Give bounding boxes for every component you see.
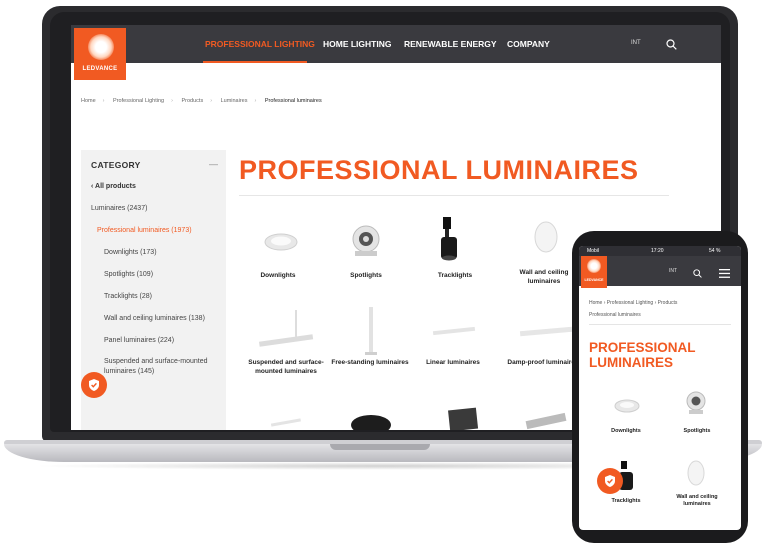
- laptop-notch: [330, 444, 430, 450]
- sidebar-item-suspended-line2[interactable]: luminaires (145): [104, 368, 154, 375]
- product-free-standing-label[interactable]: Free-standing luminaires: [325, 358, 415, 367]
- breadcrumb-products[interactable]: Products: [181, 98, 203, 104]
- country-selector[interactable]: INT: [631, 40, 641, 46]
- mobile-breadcrumb-home[interactable]: Home: [589, 300, 602, 306]
- battery-level: 54 %: [709, 248, 721, 254]
- breadcrumb-professional-lighting[interactable]: Professional Lighting: [113, 98, 164, 104]
- clock: 17:20: [651, 248, 664, 254]
- sidebar-item-wall-ceiling[interactable]: Wall and ceiling luminaires (138): [104, 315, 205, 322]
- suspended-image[interactable]: [251, 308, 321, 358]
- nav-professional-lighting[interactable]: PROFESSIONAL LIGHTING: [205, 39, 315, 49]
- category-title: CATEGORY: [91, 160, 141, 170]
- mobile-wall-ceiling-image[interactable]: [683, 458, 709, 490]
- page-title: PROFESSIONAL LUMINAIRES: [239, 155, 639, 185]
- wall-ceiling-image[interactable]: [526, 217, 566, 261]
- back-label: All products: [95, 183, 136, 190]
- hamburger-menu-icon[interactable]: [719, 265, 730, 283]
- sidebar-item-panel[interactable]: Panel luminaires (224): [104, 337, 174, 344]
- back-all-products[interactable]: ‹ All products: [91, 183, 136, 190]
- carrier: Mobil: [587, 248, 599, 254]
- product-linear-label[interactable]: Linear luminaires: [408, 358, 498, 367]
- sidebar-item-suspended[interactable]: Suspended and surface-mounted: [104, 358, 208, 365]
- mobile-product-downlights-label[interactable]: Downlights: [596, 428, 656, 435]
- mobile-spotlight-image[interactable]: [681, 386, 711, 420]
- free-standing-image[interactable]: [361, 305, 381, 357]
- nav-company[interactable]: COMPANY: [507, 39, 550, 49]
- search-icon[interactable]: [666, 37, 677, 50]
- mobile-page-title: PROFESSIONAL LUMINAIRES: [589, 340, 696, 370]
- mobile-title-line1: PROFESSIONAL: [589, 340, 696, 355]
- mobile-breadcrumb-products[interactable]: Products: [658, 300, 678, 306]
- product-downlights-label[interactable]: Downlights: [233, 271, 323, 280]
- collapse-icon[interactable]: —: [209, 159, 218, 169]
- sidebar-item-professional-luminaires[interactable]: Professional luminaires (1973): [97, 227, 192, 234]
- mobile-privacy-shield-button[interactable]: [597, 468, 623, 494]
- downlight-image[interactable]: [251, 218, 311, 262]
- mobile-country-selector[interactable]: INT: [669, 268, 677, 274]
- shield-check-icon: [89, 379, 99, 391]
- product-spotlights-label[interactable]: Spotlights: [321, 271, 411, 280]
- spotlight-image[interactable]: [341, 217, 391, 265]
- damp-proof-image[interactable]: [516, 321, 576, 341]
- logo-sun-icon: [88, 34, 114, 60]
- mobile-product-tracklights-label[interactable]: Tracklights: [596, 498, 656, 505]
- title-divider: [239, 195, 669, 196]
- sidebar-item-downlights[interactable]: Downlights (173): [104, 249, 157, 256]
- breadcrumb-home[interactable]: Home: [81, 98, 96, 104]
- mobile-shield-check-icon: [605, 475, 615, 487]
- mobile-product-spotlights-label[interactable]: Spotlights: [667, 428, 727, 435]
- mobile-divider: [589, 324, 731, 325]
- top-navigation: PROFESSIONAL LIGHTING HOME LIGHTING RENE…: [71, 25, 721, 63]
- breadcrumb-luminaires[interactable]: Luminaires: [221, 98, 248, 104]
- mobile-logo-text: LEDVANCE: [584, 278, 604, 282]
- sidebar-item-luminaires[interactable]: Luminaires (2437): [91, 205, 147, 212]
- breadcrumb: Home › Professional Lighting › Products › L…: [81, 98, 322, 104]
- logo-text: LEDVANCE: [82, 66, 118, 72]
- sidebar-item-spotlights[interactable]: Spotlights (109): [104, 271, 153, 278]
- product-suspended-label[interactable]: Suspended and surface-mounted luminaires: [241, 358, 331, 376]
- mobile-title-line2: LUMINAIRES: [589, 355, 673, 370]
- mobile-breadcrumb-current: Professional luminaires: [589, 312, 641, 318]
- active-nav-indicator: [203, 61, 307, 63]
- mobile-breadcrumb-professional-lighting[interactable]: Professional Lighting: [607, 300, 653, 306]
- nav-home-lighting[interactable]: HOME LIGHTING: [323, 39, 391, 49]
- mobile-ledvance-logo[interactable]: LEDVANCE: [581, 256, 607, 288]
- privacy-shield-button[interactable]: [81, 372, 107, 398]
- mobile-logo-sun-icon: [587, 259, 601, 273]
- linear-image[interactable]: [429, 321, 479, 341]
- status-bar: Mobil 17:20 54 %: [579, 246, 741, 256]
- product-tracklights-label[interactable]: Tracklights: [410, 271, 500, 280]
- sidebar-item-tracklights[interactable]: Tracklights (28): [104, 293, 152, 300]
- mobile-downlight-image[interactable]: [607, 392, 647, 418]
- mobile-breadcrumb: Home › Professional Lighting › Products: [589, 300, 678, 306]
- tracklight-image[interactable]: [431, 215, 471, 263]
- mobile-product-wall-ceiling-label[interactable]: Wall and ceiling luminaires: [667, 494, 727, 508]
- category-sidebar: CATEGORY — ‹ All products Luminaires (24…: [81, 150, 226, 430]
- mobile-search-icon[interactable]: [693, 265, 702, 283]
- ledvance-logo[interactable]: LEDVANCE: [74, 28, 126, 80]
- breadcrumb-current: Professional luminaires: [264, 98, 322, 104]
- mobile-screen: Mobil 17:20 54 % INT LEDVANCE Home › Pro…: [579, 246, 741, 530]
- nav-renewable-energy[interactable]: RENEWABLE ENERGY: [404, 39, 497, 49]
